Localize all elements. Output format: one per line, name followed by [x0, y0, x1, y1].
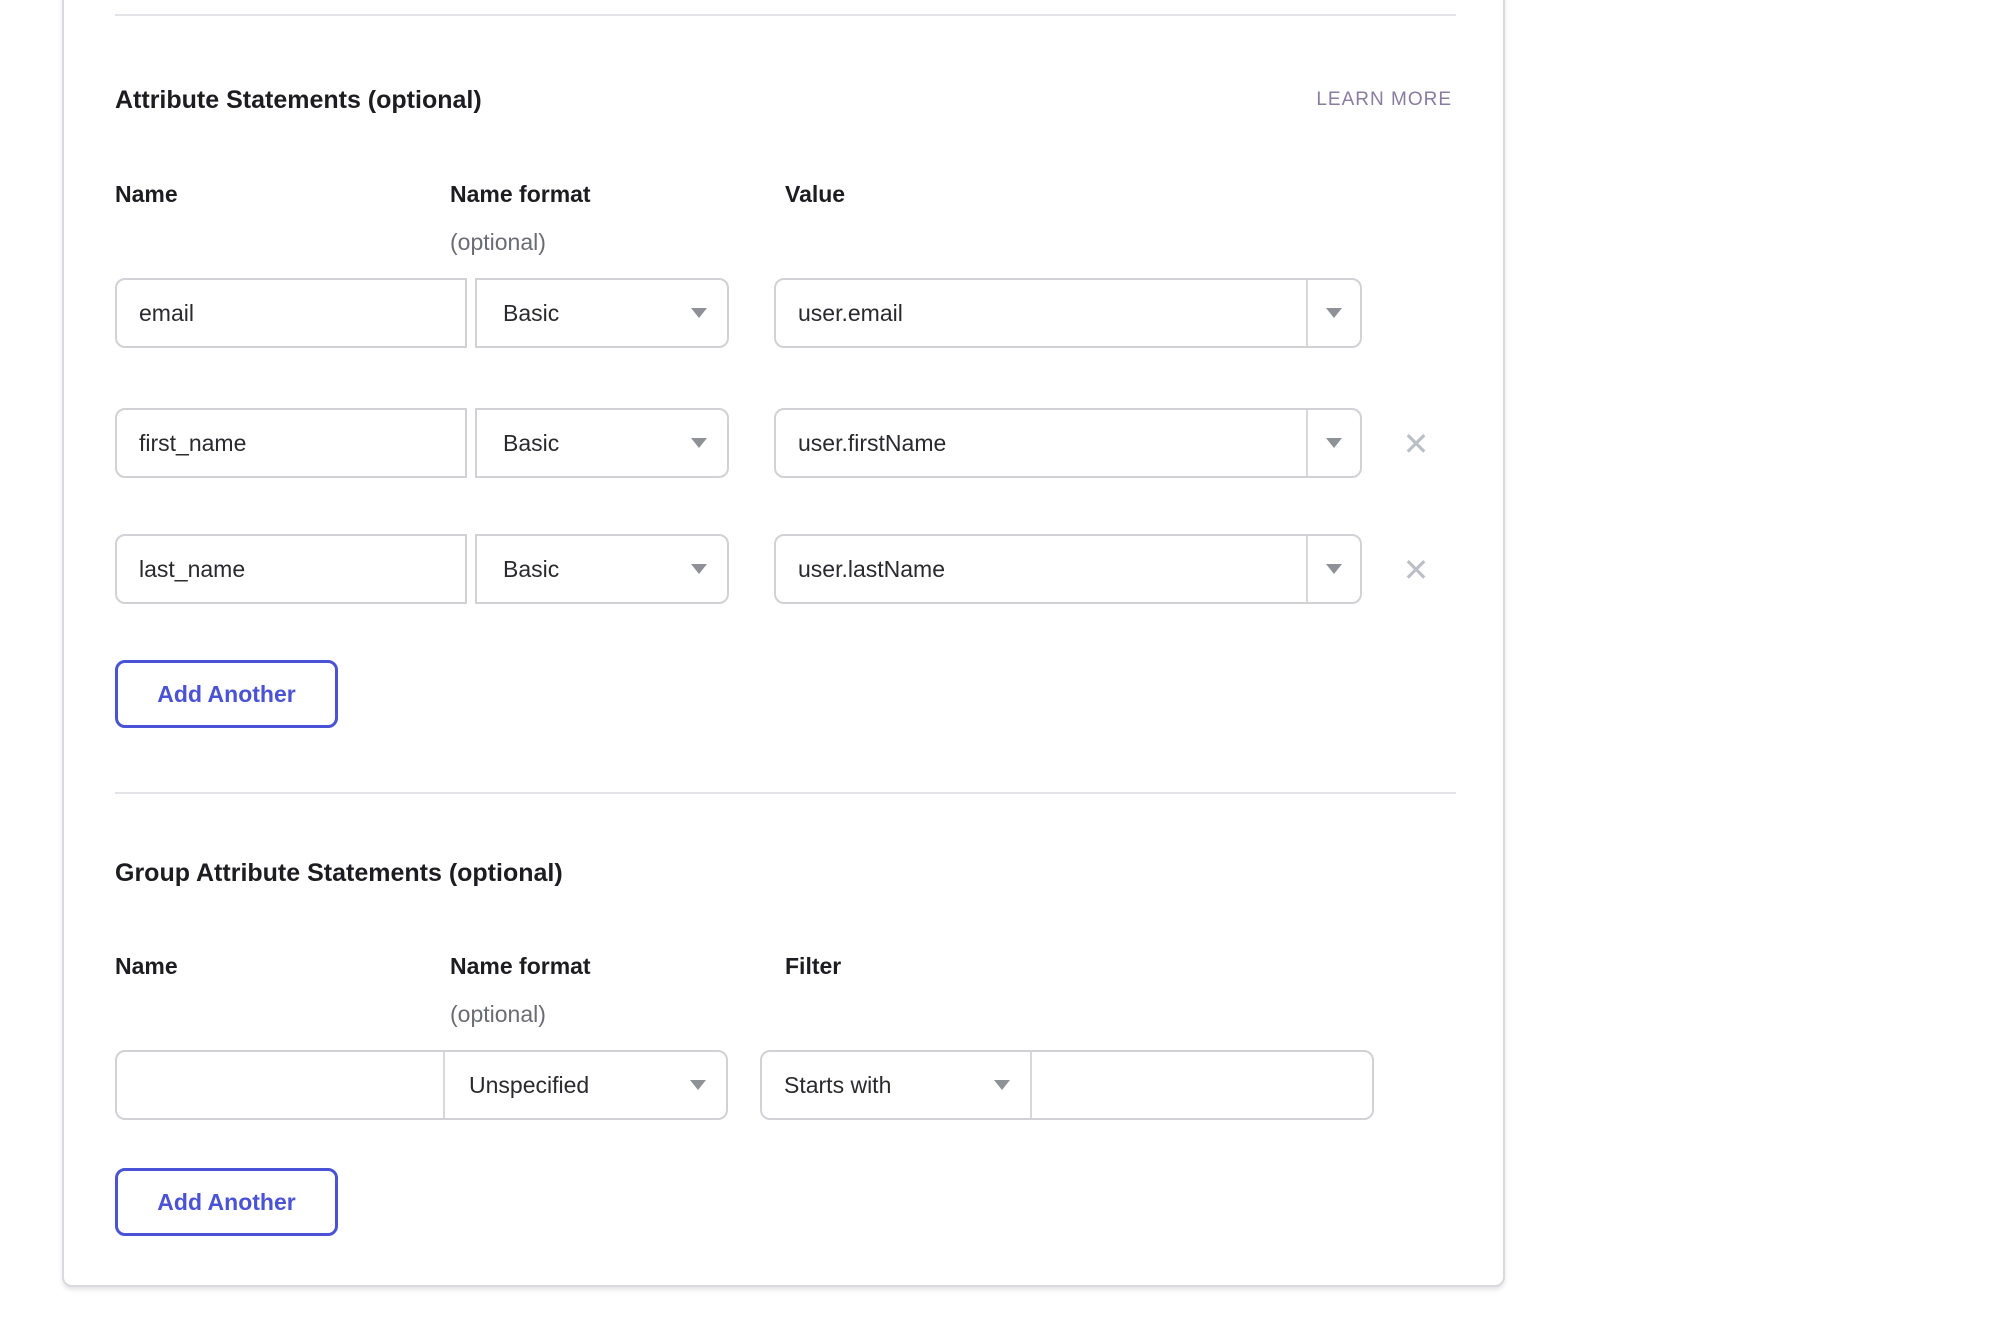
- learn-more-link[interactable]: LEARN MORE: [1316, 89, 1452, 111]
- chevron-down-icon: [691, 308, 707, 318]
- chevron-down-icon: [1326, 564, 1342, 574]
- column-note-optional: (optional): [450, 1000, 546, 1028]
- add-another-attribute-button[interactable]: Add Another: [115, 660, 338, 728]
- name-format-selected-value: Unspecified: [469, 1072, 690, 1099]
- attribute-row: Basic ✕: [115, 534, 1456, 604]
- column-note-optional: (optional): [450, 228, 546, 256]
- filter-type-select[interactable]: Starts with: [762, 1052, 1032, 1118]
- group-name-format-group: Unspecified: [115, 1050, 728, 1120]
- group-attribute-statements-title: Group Attribute Statements (optional): [115, 856, 563, 890]
- chevron-down-icon: [994, 1080, 1010, 1090]
- column-header-name-format: Name format: [450, 952, 591, 980]
- chevron-down-icon: [1326, 438, 1342, 448]
- filter-value-input[interactable]: [1032, 1052, 1372, 1118]
- chevron-down-icon: [1326, 308, 1342, 318]
- chevron-down-icon: [690, 1080, 706, 1090]
- settings-card: Attribute Statements (optional) LEARN MO…: [62, 0, 1505, 1287]
- attribute-name-input[interactable]: [115, 534, 467, 604]
- column-header-value: Value: [785, 180, 845, 208]
- attribute-value-combo: [774, 408, 1362, 478]
- attribute-value-input[interactable]: [776, 536, 1306, 602]
- column-header-name-format: Name format: [450, 180, 591, 208]
- attribute-name-format-select[interactable]: Basic: [475, 534, 729, 604]
- value-dropdown-button[interactable]: [1306, 536, 1360, 602]
- column-header-name: Name: [115, 180, 178, 208]
- name-format-selected-value: Basic: [503, 556, 691, 583]
- chevron-down-icon: [691, 564, 707, 574]
- attribute-value-combo: [774, 534, 1362, 604]
- top-divider: [115, 14, 1456, 16]
- attribute-row: Basic ✕: [115, 408, 1456, 478]
- add-another-group-attribute-button[interactable]: Add Another: [115, 1168, 338, 1236]
- attribute-name-input[interactable]: [115, 408, 467, 478]
- value-dropdown-button[interactable]: [1306, 410, 1360, 476]
- name-format-selected-value: Basic: [503, 300, 691, 327]
- filter-type-selected-value: Starts with: [784, 1072, 994, 1099]
- remove-row-button[interactable]: ✕: [1395, 549, 1437, 591]
- attribute-value-combo: [774, 278, 1362, 348]
- attribute-name-format-select[interactable]: Basic: [475, 408, 729, 478]
- chevron-down-icon: [691, 438, 707, 448]
- name-format-selected-value: Basic: [503, 430, 691, 457]
- group-filter-combo: Starts with: [760, 1050, 1374, 1120]
- value-dropdown-button[interactable]: [1306, 280, 1360, 346]
- remove-row-button[interactable]: ✕: [1395, 423, 1437, 465]
- column-header-name: Name: [115, 952, 178, 980]
- group-attribute-row: Unspecified Starts with: [115, 1050, 1456, 1120]
- attribute-statements-title: Attribute Statements (optional): [115, 83, 482, 117]
- attribute-name-format-select[interactable]: Basic: [475, 278, 729, 348]
- attribute-row: Basic: [115, 278, 1456, 348]
- attribute-value-input[interactable]: [776, 280, 1306, 346]
- group-name-format-select[interactable]: Unspecified: [445, 1052, 726, 1118]
- section-divider: [115, 792, 1456, 794]
- attribute-name-input[interactable]: [115, 278, 467, 348]
- column-header-filter: Filter: [785, 952, 841, 980]
- attribute-value-input[interactable]: [776, 410, 1306, 476]
- group-name-input[interactable]: [117, 1052, 445, 1118]
